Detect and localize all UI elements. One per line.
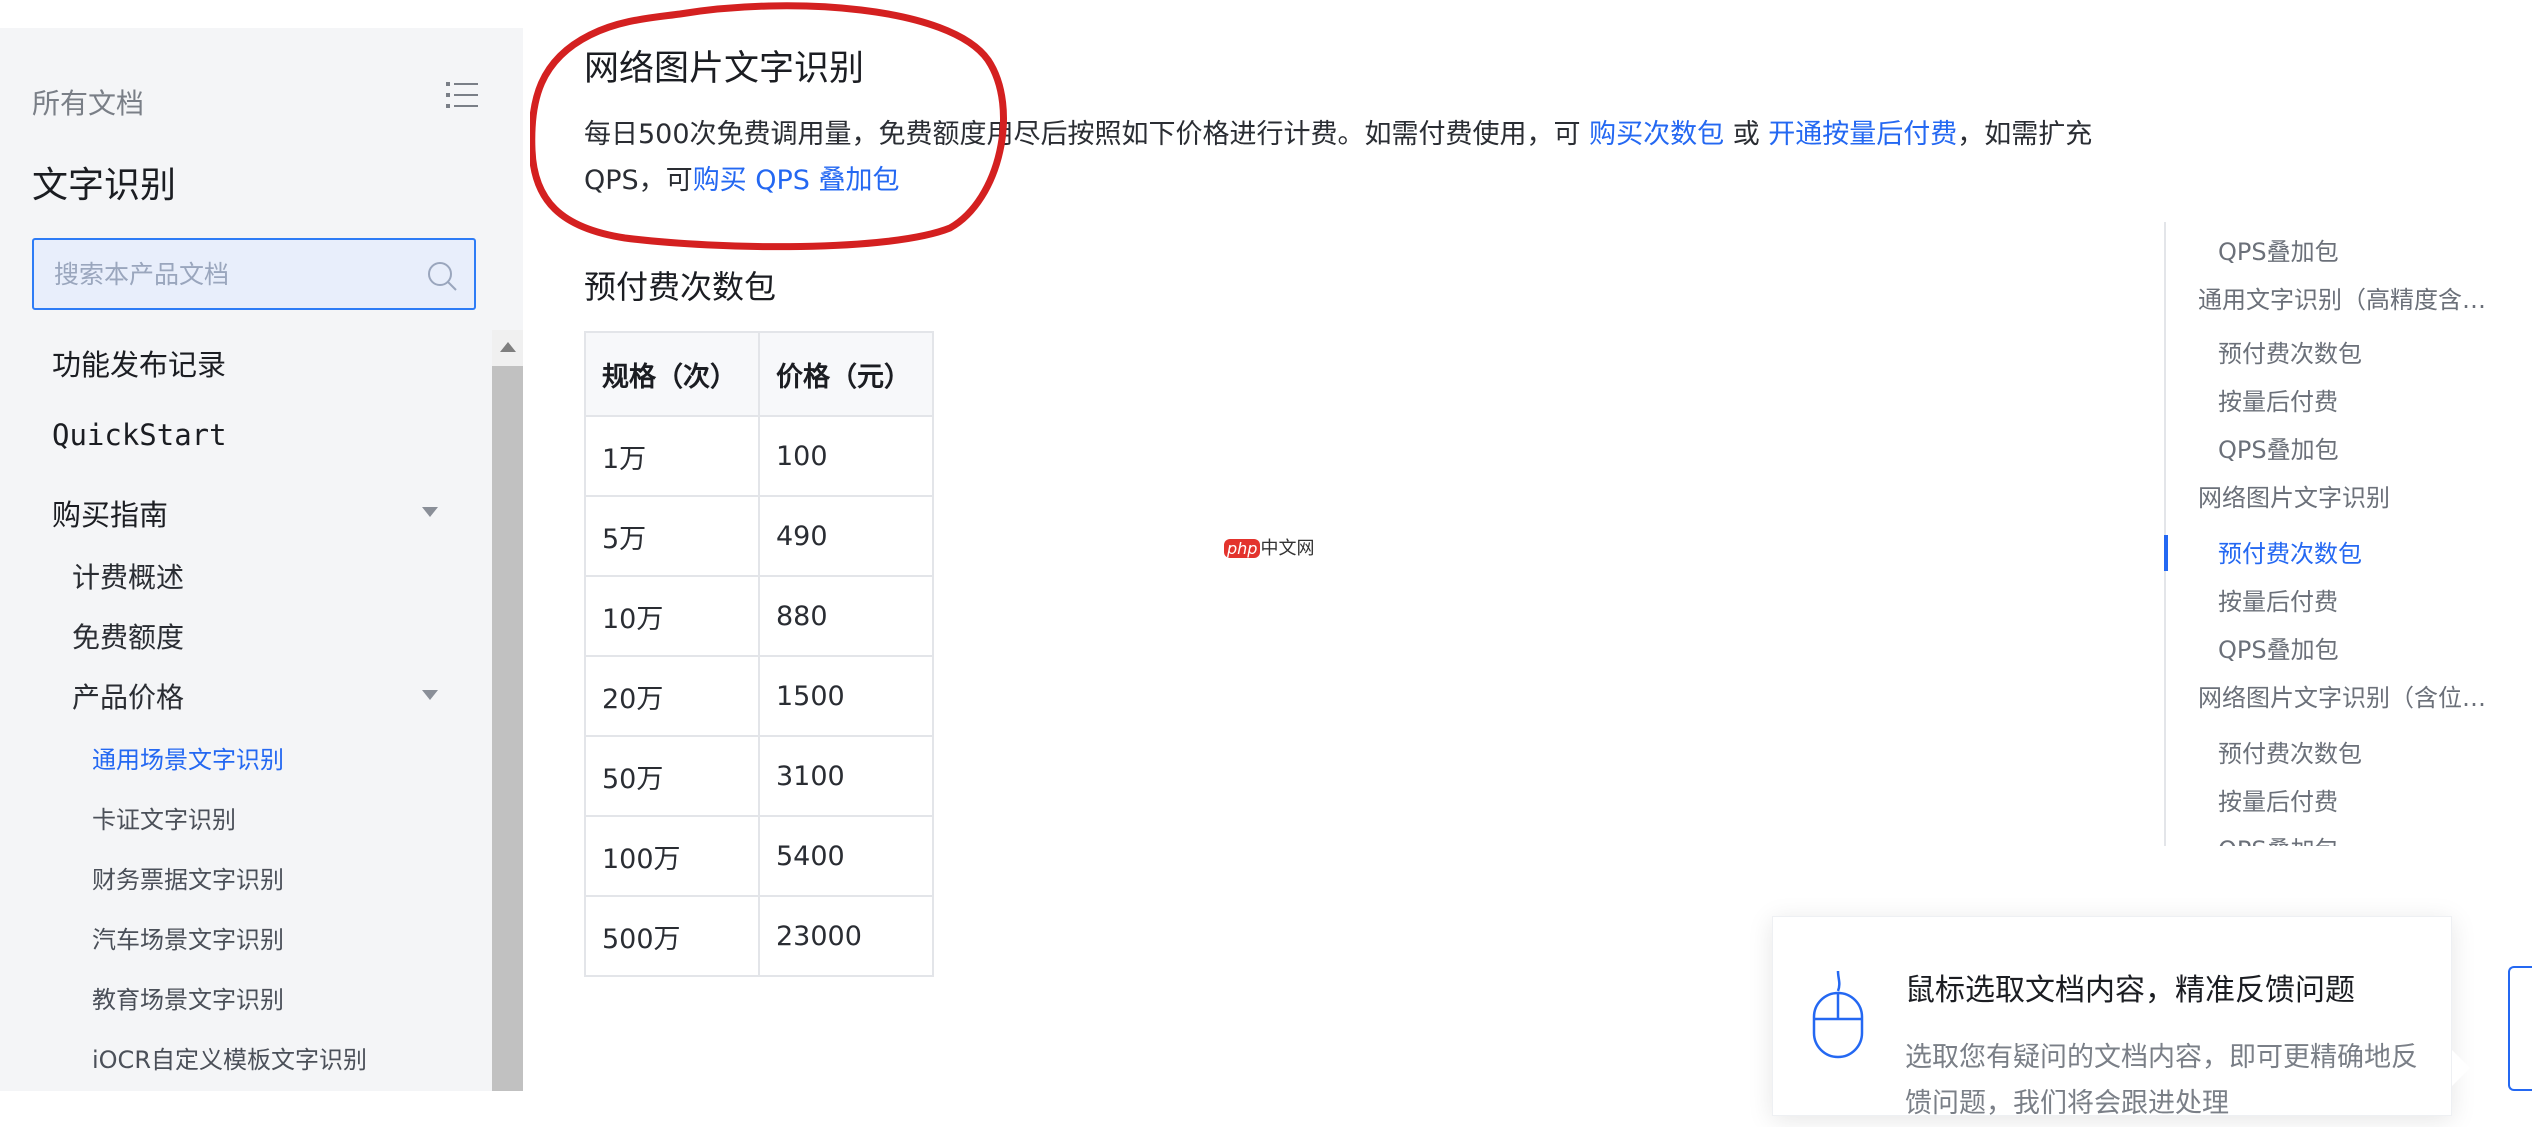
product-title: 文字识别 <box>32 165 177 206</box>
search-icon[interactable] <box>426 260 458 292</box>
nav-item-finance-ocr[interactable]: 财务票据文字识别 <box>92 860 284 895</box>
nav-item-purchase-guide[interactable]: 购买指南 <box>52 492 168 534</box>
table-row: 50万 3100 <box>584 735 934 817</box>
nav-item-card-ocr[interactable]: 卡证文字识别 <box>92 800 236 835</box>
table-row: 500万 23000 <box>584 895 934 977</box>
table-cell: 100 <box>758 415 934 497</box>
table-cell: 1500 <box>758 655 934 737</box>
table-row: 1万 100 <box>584 415 934 497</box>
toc-item[interactable]: QPS叠加包 <box>2218 232 2339 267</box>
section-description: 每日500次免费调用量，免费额度用尽后按照如下价格进行计费。如需付费使用，可 购… <box>584 112 2104 204</box>
nav-item-iocr[interactable]: iOCR自定义模板文字识别 <box>92 1040 367 1075</box>
doc-search-box <box>32 238 476 310</box>
toc-item[interactable]: 网络图片文字识别 <box>2198 478 2488 513</box>
toc-item[interactable]: 按量后付费 <box>2218 382 2338 417</box>
feedback-title: 鼠标选取文档内容，精准反馈问题 <box>1905 973 2355 1008</box>
pay-as-you-go-link[interactable]: 开通按量后付费 <box>1768 119 1957 150</box>
table-cell: 50万 <box>584 735 760 817</box>
toc-item[interactable]: 通用文字识别（高精度含位置版） <box>2198 280 2488 315</box>
nav-item-general-ocr[interactable]: 通用场景文字识别 <box>92 740 284 775</box>
doc-search-input[interactable] <box>34 240 394 308</box>
feedback-side-button[interactable] <box>2508 966 2532 1091</box>
table-cell: 880 <box>758 575 934 657</box>
nav-item-car-ocr[interactable]: 汽车场景文字识别 <box>92 920 284 955</box>
table-of-contents: QPS叠加包 通用文字识别（高精度含位置版） 预付费次数包 按量后付费 QPS叠… <box>2166 222 2506 846</box>
nav-item-release-notes[interactable]: 功能发布记录 <box>52 342 226 384</box>
nav-item-product-price[interactable]: 产品价格 <box>72 676 184 716</box>
table-header-row: 规格（次） 价格（元） <box>584 331 934 417</box>
feedback-tip-card: 鼠标选取文档内容，精准反馈问题 选取您有疑问的文档内容，即可更精确地反馈问题，我… <box>1772 916 2452 1119</box>
toc-item-active[interactable]: 预付费次数包 <box>2218 534 2362 569</box>
table-row: 10万 880 <box>584 575 934 657</box>
toc-item[interactable]: 按量后付费 <box>2218 582 2338 617</box>
table-cell: 500万 <box>584 895 760 977</box>
chevron-down-icon[interactable] <box>422 507 438 517</box>
table-cell: 23000 <box>758 895 934 977</box>
table-cell: 490 <box>758 495 934 577</box>
feedback-text: 选取您有疑问的文档内容，即可更精确地反馈问题，我们将会跟进处理 <box>1905 1042 2418 1119</box>
table-row: 20万 1500 <box>584 655 934 737</box>
toc-item[interactable]: 按量后付费 <box>2218 782 2338 817</box>
nav-item-quickstart[interactable]: QuickStart <box>52 418 227 452</box>
watermark-logo: php 中文网 <box>1224 534 1314 560</box>
column-header: 规格（次） <box>584 331 760 417</box>
buy-qps-link[interactable]: 购买 QPS 叠加包 <box>693 165 900 196</box>
scroll-up-arrow-icon[interactable] <box>500 342 516 352</box>
watermark-text: 中文网 <box>1260 538 1315 559</box>
table-cell: 3100 <box>758 735 934 817</box>
card-pointer <box>2452 1050 2470 1086</box>
price-table: 规格（次） 价格（元） 1万 100 5万 490 10万 880 20万 15… <box>584 331 934 977</box>
column-header: 价格（元） <box>758 331 934 417</box>
toc-item[interactable]: 网络图片文字识别（含位置版） <box>2198 678 2488 713</box>
table-cell: 5万 <box>584 495 760 577</box>
desc-text: 或 <box>1724 119 1769 150</box>
table-cell: 100万 <box>584 815 760 897</box>
watermark-php: php <box>1224 539 1261 558</box>
buy-package-link[interactable]: 购买次数包 <box>1589 119 1724 150</box>
list-menu-icon[interactable] <box>446 80 478 110</box>
table-cell: 5400 <box>758 815 934 897</box>
nav-item-free-quota[interactable]: 免费额度 <box>72 616 184 656</box>
subsection-title: 预付费次数包 <box>584 268 777 306</box>
all-docs-link[interactable]: 所有文档 <box>32 82 144 122</box>
table-cell: 20万 <box>584 655 760 737</box>
table-row: 5万 490 <box>584 495 934 577</box>
scrollbar-thumb[interactable] <box>492 366 523 1091</box>
toc-item[interactable]: 预付费次数包 <box>2218 734 2362 769</box>
toc-item[interactable]: 预付费次数包 <box>2218 334 2362 369</box>
chevron-down-icon[interactable] <box>422 690 438 700</box>
table-row: 100万 5400 <box>584 815 934 897</box>
nav-item-billing-overview[interactable]: 计费概述 <box>72 556 184 596</box>
toc-item[interactable]: QPS叠加包 <box>2218 630 2339 665</box>
mouse-icon <box>1811 969 1865 1061</box>
sidebar-scrollbar[interactable] <box>492 330 523 1091</box>
toc-item[interactable]: QPS叠加包 <box>2218 430 2339 465</box>
section-title: 网络图片文字识别 <box>584 49 865 89</box>
desc-text: 每日500次免费调用量，免费额度用尽后按照如下价格进行计费。如需付费使用，可 <box>584 119 1590 150</box>
table-cell: 10万 <box>584 575 760 657</box>
toc-item[interactable]: QPS叠加包 <box>2218 830 2339 846</box>
nav-item-edu-ocr[interactable]: 教育场景文字识别 <box>92 980 284 1015</box>
table-cell: 1万 <box>584 415 760 497</box>
